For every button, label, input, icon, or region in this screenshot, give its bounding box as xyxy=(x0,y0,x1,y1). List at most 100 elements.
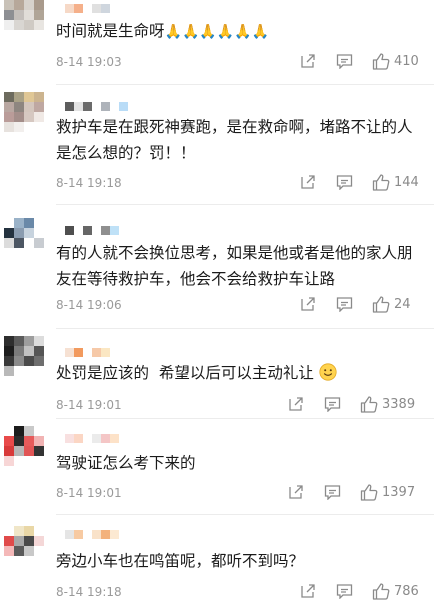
username[interactable] xyxy=(56,102,128,112)
avatar-pixel xyxy=(24,526,34,536)
avatar-pixel xyxy=(14,102,24,112)
avatar-pixel xyxy=(14,122,24,132)
username-pixel xyxy=(56,102,65,111)
divider xyxy=(56,514,434,515)
avatar-pixel xyxy=(24,346,34,356)
username-pixel xyxy=(101,348,110,357)
avatar[interactable] xyxy=(4,0,44,40)
avatar-pixel xyxy=(14,248,24,258)
avatar-pixel xyxy=(14,30,24,40)
reply-button[interactable] xyxy=(336,174,353,190)
like-button[interactable]: 24 xyxy=(372,296,411,313)
comment-text: 处罚是应该的 希望以后可以主动礼让 xyxy=(56,360,424,386)
like-button[interactable]: 410 xyxy=(372,53,419,70)
comment-item: 有的人就不会换位思考，如果是他或者是他的家人朋友在等待救护车，他会不会给救护车让… xyxy=(0,218,434,322)
share-button[interactable] xyxy=(300,296,316,312)
reply-button[interactable] xyxy=(324,396,341,412)
avatar[interactable] xyxy=(4,336,44,376)
avatar[interactable] xyxy=(4,426,44,466)
share-icon xyxy=(301,297,315,311)
share-button[interactable] xyxy=(300,53,316,69)
username-pixel xyxy=(92,4,101,13)
like-count: 786 xyxy=(394,584,419,599)
username[interactable] xyxy=(56,348,110,358)
reply-button[interactable] xyxy=(336,53,353,69)
username-pixel xyxy=(83,4,92,13)
username-pixel xyxy=(56,4,65,13)
avatar-pixel xyxy=(24,426,34,436)
share-button[interactable] xyxy=(300,583,316,599)
avatar-pixel xyxy=(24,228,34,238)
like-button[interactable]: 1397 xyxy=(360,484,415,501)
divider xyxy=(56,84,434,85)
avatar-pixel xyxy=(24,112,34,122)
comment-icon xyxy=(324,397,341,412)
username-pixel xyxy=(65,226,74,235)
comment-text: 救护车是在跟死神赛跑，是在救命啊，堵路不让的人是怎么想的？罚！！ xyxy=(56,118,413,162)
avatar-pixel xyxy=(4,556,14,566)
avatar-pixel xyxy=(4,92,14,102)
username-pixel xyxy=(65,530,74,539)
timestamp: 8-14 19:18 xyxy=(56,585,122,599)
like-button[interactable]: 786 xyxy=(372,583,419,600)
avatar-pixel xyxy=(34,436,44,446)
avatar-pixel xyxy=(4,336,14,346)
username-pixel xyxy=(83,530,92,539)
avatar-pixel xyxy=(24,10,34,20)
comment-meta: 8-14 19:18 786 xyxy=(56,583,422,603)
username[interactable] xyxy=(56,226,119,236)
username-pixel xyxy=(56,530,65,539)
username[interactable] xyxy=(56,530,119,540)
avatar-pixel xyxy=(24,436,34,446)
username-pixel xyxy=(74,434,83,443)
username-pixel xyxy=(92,434,101,443)
username-pixel xyxy=(101,530,110,539)
avatar-pixel xyxy=(24,336,34,346)
avatar-pixel xyxy=(34,102,44,112)
reply-button[interactable] xyxy=(324,484,341,500)
username-pixel xyxy=(65,348,74,357)
avatar-pixel xyxy=(4,30,14,40)
username-pixel xyxy=(110,226,119,235)
username-pixel xyxy=(74,4,83,13)
avatar-pixel xyxy=(24,556,34,566)
username-pixel xyxy=(101,102,110,111)
username-pixel xyxy=(65,434,74,443)
comment-icon xyxy=(336,297,353,312)
share-button[interactable] xyxy=(300,174,316,190)
like-button[interactable]: 3389 xyxy=(360,396,415,413)
avatar[interactable] xyxy=(4,526,44,566)
avatar-pixel xyxy=(24,122,34,132)
avatar-pixel xyxy=(34,228,44,238)
username[interactable] xyxy=(56,4,110,14)
avatar-pixel xyxy=(4,446,14,456)
share-button[interactable] xyxy=(288,484,304,500)
comment-meta: 8-14 19:18 144 xyxy=(56,174,422,194)
avatar-pixel xyxy=(24,456,34,466)
reply-button[interactable] xyxy=(336,583,353,599)
avatar-pixel xyxy=(14,436,24,446)
avatar-pixel xyxy=(34,366,44,376)
avatar-pixel xyxy=(4,10,14,20)
like-count: 1397 xyxy=(382,485,416,500)
avatar[interactable] xyxy=(4,218,44,258)
like-button[interactable]: 144 xyxy=(372,174,419,191)
avatar-pixel xyxy=(34,546,44,556)
reply-button[interactable] xyxy=(336,296,353,312)
avatar-pixel xyxy=(34,536,44,546)
username[interactable] xyxy=(56,434,119,444)
avatar-pixel xyxy=(4,526,14,536)
username-pixel xyxy=(92,348,101,357)
thumbs-up-icon xyxy=(372,53,390,70)
avatar-pixel xyxy=(4,238,14,248)
username-pixel xyxy=(119,102,128,111)
comment-meta: 8-14 19:01 3389 xyxy=(56,396,422,416)
username-pixel xyxy=(56,226,65,235)
avatar-pixel xyxy=(14,346,24,356)
like-count: 144 xyxy=(394,175,419,190)
username-pixel xyxy=(74,348,83,357)
share-button[interactable] xyxy=(288,396,304,412)
avatar[interactable] xyxy=(4,92,44,132)
avatar-pixel xyxy=(4,0,14,10)
share-icon xyxy=(289,397,303,411)
